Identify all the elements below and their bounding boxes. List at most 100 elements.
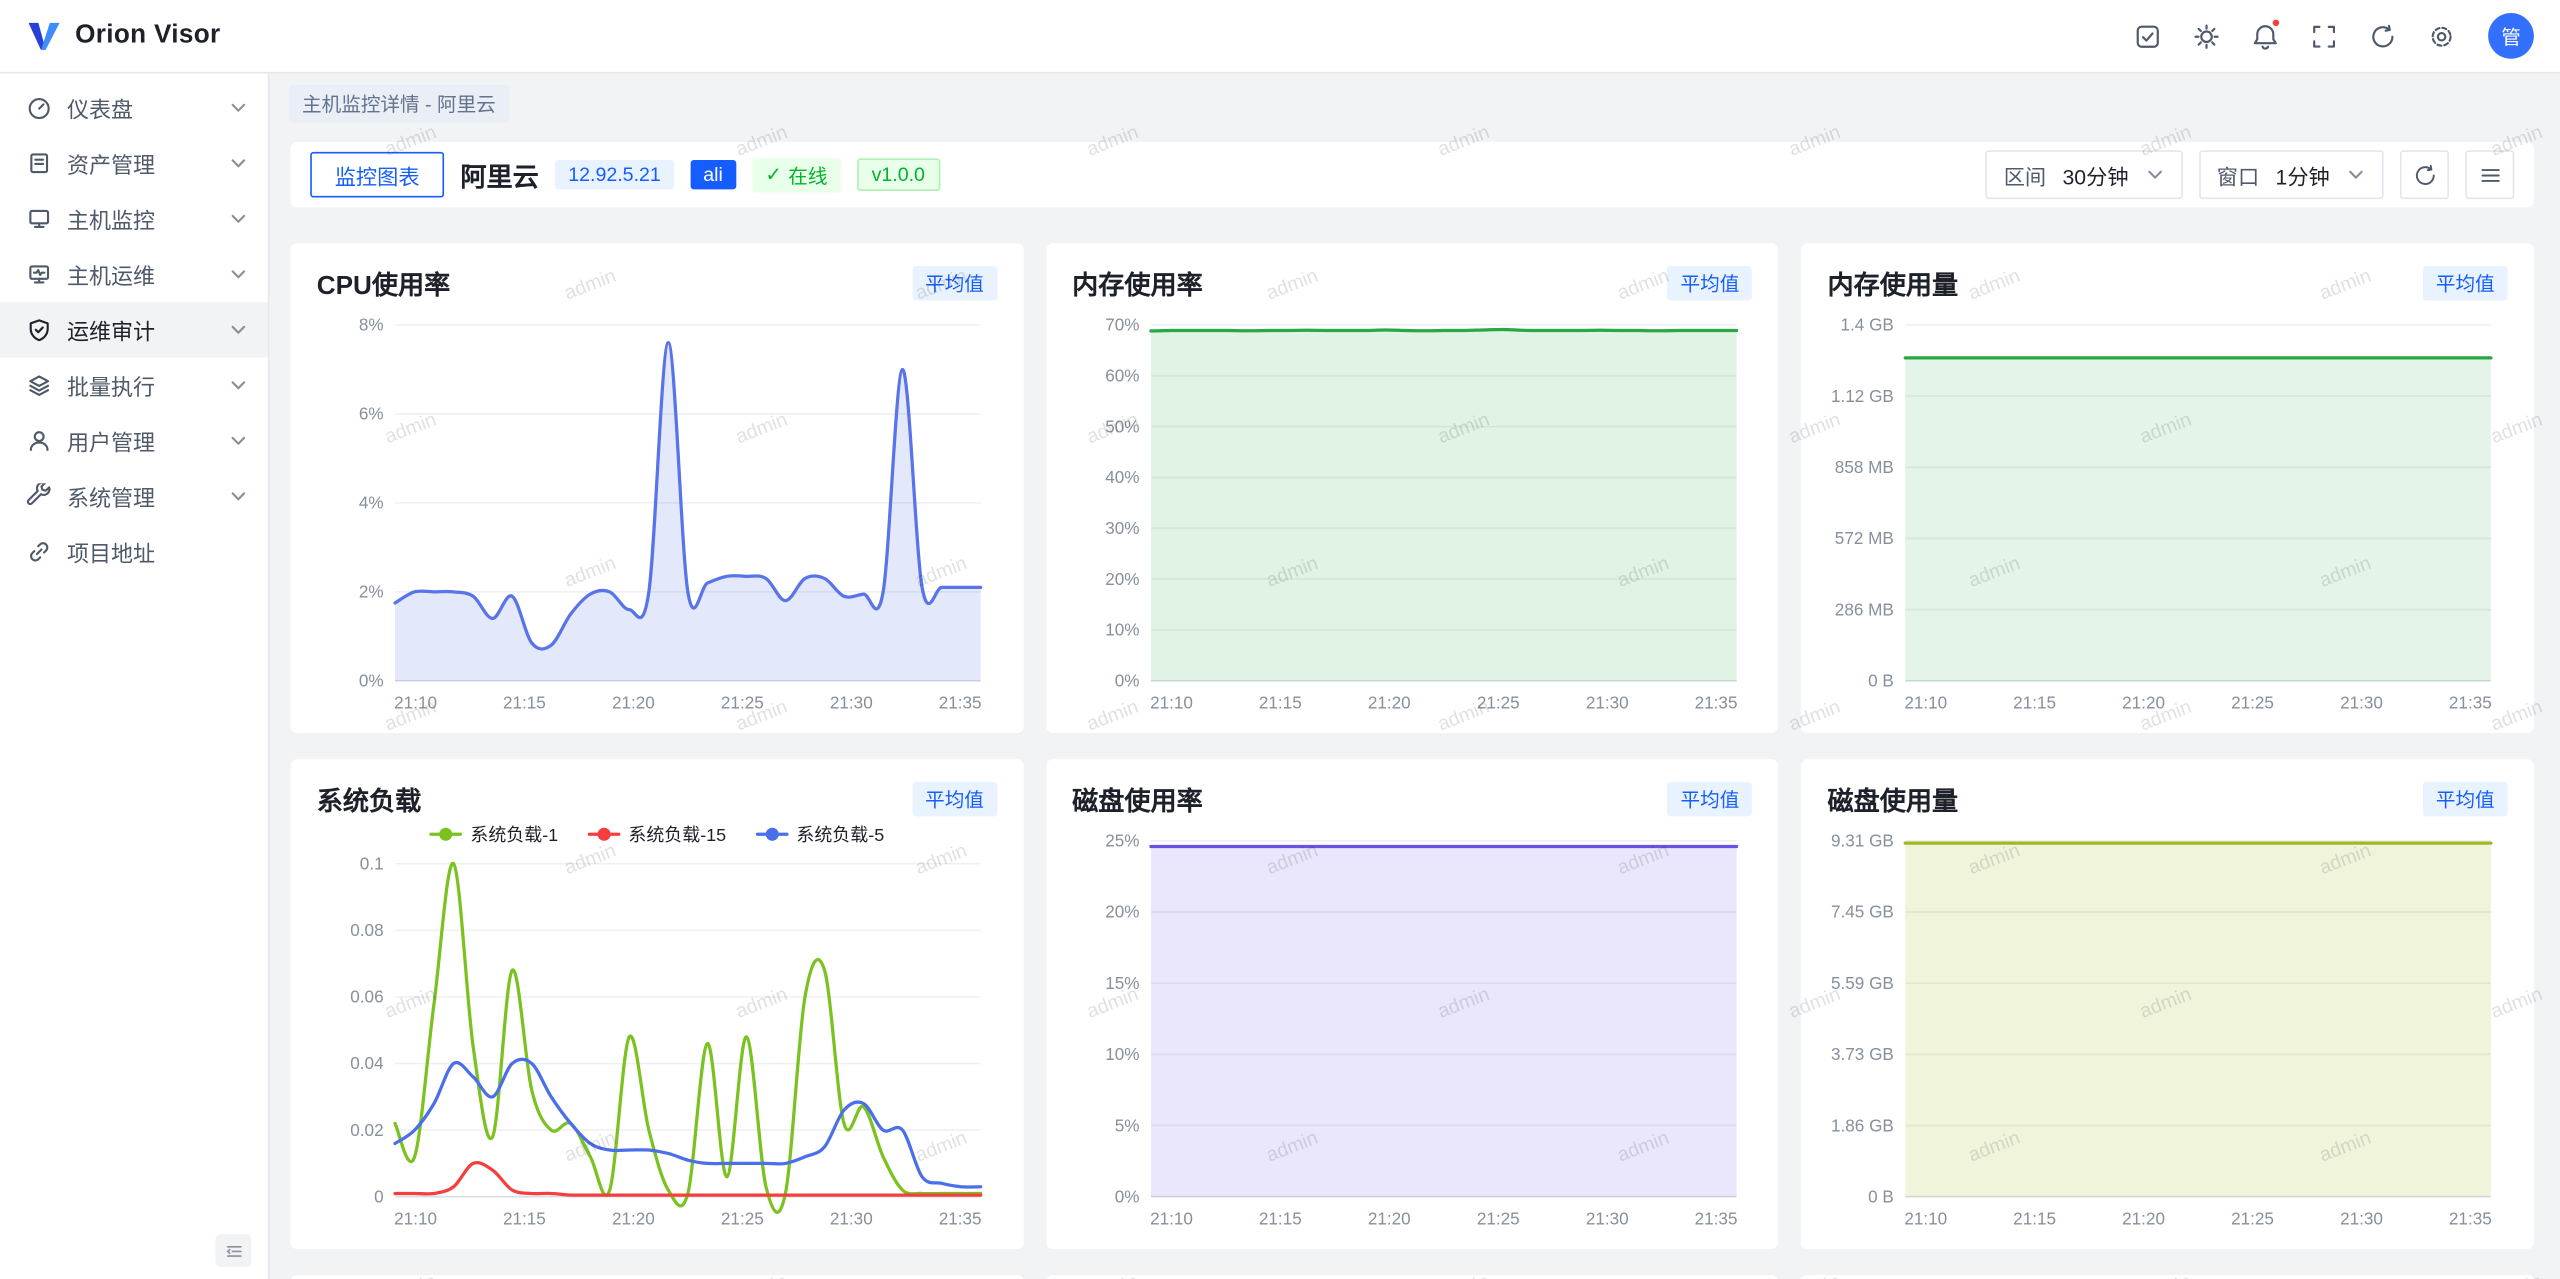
sidebar-item-host-monitor[interactable]: 主机监控 — [0, 191, 268, 247]
svg-text:0.04: 0.04 — [350, 1053, 384, 1073]
svg-text:21:20: 21:20 — [612, 693, 655, 713]
sidebar-item-label: 主机监控 — [67, 202, 214, 235]
notifications-button[interactable] — [2240, 11, 2289, 60]
fullscreen-button[interactable] — [2299, 11, 2348, 60]
monitor-charts-button[interactable]: 监控图表 — [310, 152, 444, 198]
collapse-sidebar-button[interactable] — [216, 1234, 252, 1267]
svg-text:21:30: 21:30 — [2341, 693, 2384, 713]
average-badge[interactable]: 平均值 — [912, 265, 997, 299]
svg-text:21:20: 21:20 — [2123, 1208, 2166, 1228]
sun-icon — [2192, 22, 2220, 50]
svg-text:20%: 20% — [1105, 902, 1139, 922]
average-badge[interactable]: 平均值 — [912, 781, 997, 815]
chevron-down-icon — [229, 431, 249, 451]
charts-grid: CPU使用率平均值 0%2%4%6%8%21:1021:1521:2021:25… — [291, 243, 2534, 1279]
chart-title: 系统负载 — [317, 779, 422, 818]
svg-text:0.02: 0.02 — [350, 1120, 383, 1140]
refresh-icon — [2368, 22, 2396, 50]
svg-text:21:10: 21:10 — [1150, 693, 1193, 713]
sidebar-item-label: 项目地址 — [67, 536, 248, 569]
sidebar-item-users[interactable]: 用户管理 — [0, 413, 268, 469]
main-area: adminadminadminadminadminadminadminadmin… — [269, 73, 2560, 1279]
svg-text:1.12 GB: 1.12 GB — [1832, 386, 1895, 406]
sidebar-item-label: 运维审计 — [67, 313, 214, 346]
chart-title: 磁盘使用率 — [1072, 779, 1203, 818]
chart-canvas[interactable]: 0 B1.86 GB3.73 GB5.59 GB7.45 GB9.31 GB21… — [1827, 821, 2507, 1236]
svg-text:70%: 70% — [1105, 315, 1139, 335]
svg-text:0 B: 0 B — [1869, 1186, 1895, 1206]
refresh-charts-button[interactable] — [2400, 150, 2449, 199]
chart-card-cpu: CPU使用率平均值 0%2%4%6%8%21:1021:1521:2021:25… — [291, 243, 1023, 733]
svg-text:1.4 GB: 1.4 GB — [1841, 315, 1894, 335]
chart-canvas[interactable]: 00.020.040.060.080.121:1021:1521:2021:25… — [317, 821, 997, 1236]
dashboard-gauge-icon — [26, 95, 52, 121]
svg-text:10%: 10% — [1105, 620, 1139, 640]
sidebar-item-label: 批量执行 — [67, 369, 214, 402]
chevron-down-icon — [229, 320, 249, 340]
host-code-tag: ali — [690, 160, 736, 189]
check-icon: ✓ — [765, 163, 781, 186]
svg-text:50%: 50% — [1105, 416, 1139, 436]
svg-text:25%: 25% — [1105, 831, 1139, 851]
chart-layout-button[interactable] — [2465, 150, 2514, 199]
svg-text:21:25: 21:25 — [2232, 1208, 2275, 1228]
svg-text:21:35: 21:35 — [2449, 693, 2492, 713]
theme-button[interactable] — [2181, 11, 2230, 60]
window-select[interactable]: 窗口 1分钟 — [2199, 150, 2384, 199]
host-name: 阿里云 — [460, 155, 538, 194]
chart-canvas[interactable]: 0 B286 MB572 MB858 MB1.12 GB1.4 GB21:102… — [1827, 305, 2507, 720]
check-square-button[interactable] — [2122, 11, 2171, 60]
settings-button[interactable] — [2416, 11, 2465, 60]
svg-text:0.06: 0.06 — [350, 987, 383, 1007]
check-square-icon — [2133, 22, 2161, 50]
breadcrumb[interactable]: 主机监控详情 - 阿里云 — [289, 85, 509, 123]
avatar[interactable]: 管 — [2488, 13, 2534, 59]
chart-canvas[interactable]: 0%10%20%30%40%50%60%70%21:1021:1521:2021… — [1072, 305, 1752, 720]
interval-label: 区间 — [2004, 159, 2046, 190]
chevron-down-icon — [229, 153, 249, 173]
chart-card-disk-usage: 磁盘使用量 平均值 0 B1.86 GB3.73 GB5.59 GB7.45 GB… — [1801, 759, 2533, 1249]
chart-canvas[interactable]: 0%5%10%15%20%25%21:1021:1521:2021:2521:3… — [1072, 821, 1752, 1236]
refresh-button[interactable] — [2358, 11, 2407, 60]
average-badge[interactable]: 平均值 — [1667, 781, 1752, 815]
svg-text:0.1: 0.1 — [360, 853, 384, 873]
toolbar-right: 区间 30分钟 窗口 1分钟 — [1986, 150, 2515, 199]
window-value: 1分钟 — [2276, 159, 2330, 190]
sidebar-item-audit[interactable]: 运维审计 — [0, 302, 268, 358]
chevron-down-icon — [229, 487, 249, 507]
sidebar-item-dashboard[interactable]: 仪表盘 — [0, 80, 268, 136]
svg-text:0 B: 0 B — [1869, 671, 1895, 691]
sidebar-item-batch-exec[interactable]: 批量执行 — [0, 358, 268, 414]
legend-item[interactable]: 系统负载-5 — [756, 821, 885, 847]
svg-text:4%: 4% — [359, 493, 384, 513]
interval-select[interactable]: 区间 30分钟 — [1986, 150, 2183, 199]
sidebar-item-system[interactable]: 系统管理 — [0, 469, 268, 525]
chart-title: 磁盘使用量 — [1827, 779, 1958, 818]
sidebar-item-host-ops[interactable]: 主机运维 — [0, 247, 268, 303]
sidebar-item-label: 用户管理 — [67, 424, 214, 457]
topbar: Orion Visor 管 — [0, 0, 2560, 73]
sidebar-item-assets[interactable]: 资产管理 — [0, 136, 268, 192]
svg-text:21:15: 21:15 — [1258, 1208, 1301, 1228]
svg-text:858 MB: 858 MB — [1835, 457, 1894, 477]
svg-text:21:20: 21:20 — [2123, 693, 2166, 713]
svg-text:3.73 GB: 3.73 GB — [1832, 1044, 1895, 1064]
legend-item[interactable]: 系统负载-15 — [588, 821, 727, 847]
chevron-down-icon — [2145, 165, 2165, 185]
chevron-down-icon — [229, 209, 249, 229]
sidebar: 仪表盘 资产管理 主机监控 主机运维 — [0, 73, 269, 1279]
svg-text:21:20: 21:20 — [612, 1208, 655, 1228]
average-badge[interactable]: 平均值 — [2423, 781, 2508, 815]
svg-text:21:25: 21:25 — [721, 1208, 764, 1228]
average-badge[interactable]: 平均值 — [1667, 265, 1752, 299]
chart-canvas[interactable]: 0%2%4%6%8%21:1021:1521:2021:2521:3021:35 — [317, 305, 997, 720]
menu-fold-icon — [223, 1240, 244, 1261]
sidebar-item-project-link[interactable]: 项目地址 — [0, 524, 268, 580]
svg-text:21:35: 21:35 — [939, 1208, 982, 1228]
svg-text:21:25: 21:25 — [721, 693, 764, 713]
content: 监控图表 阿里云 12.92.5.21 ali ✓在线 v1.0.0 区间 30… — [269, 122, 2560, 1279]
app-root: Orion Visor 管 — [0, 0, 2560, 1279]
svg-text:21:10: 21:10 — [394, 693, 437, 713]
average-badge[interactable]: 平均值 — [2423, 265, 2508, 299]
legend-item[interactable]: 系统负载-1 — [430, 821, 559, 847]
